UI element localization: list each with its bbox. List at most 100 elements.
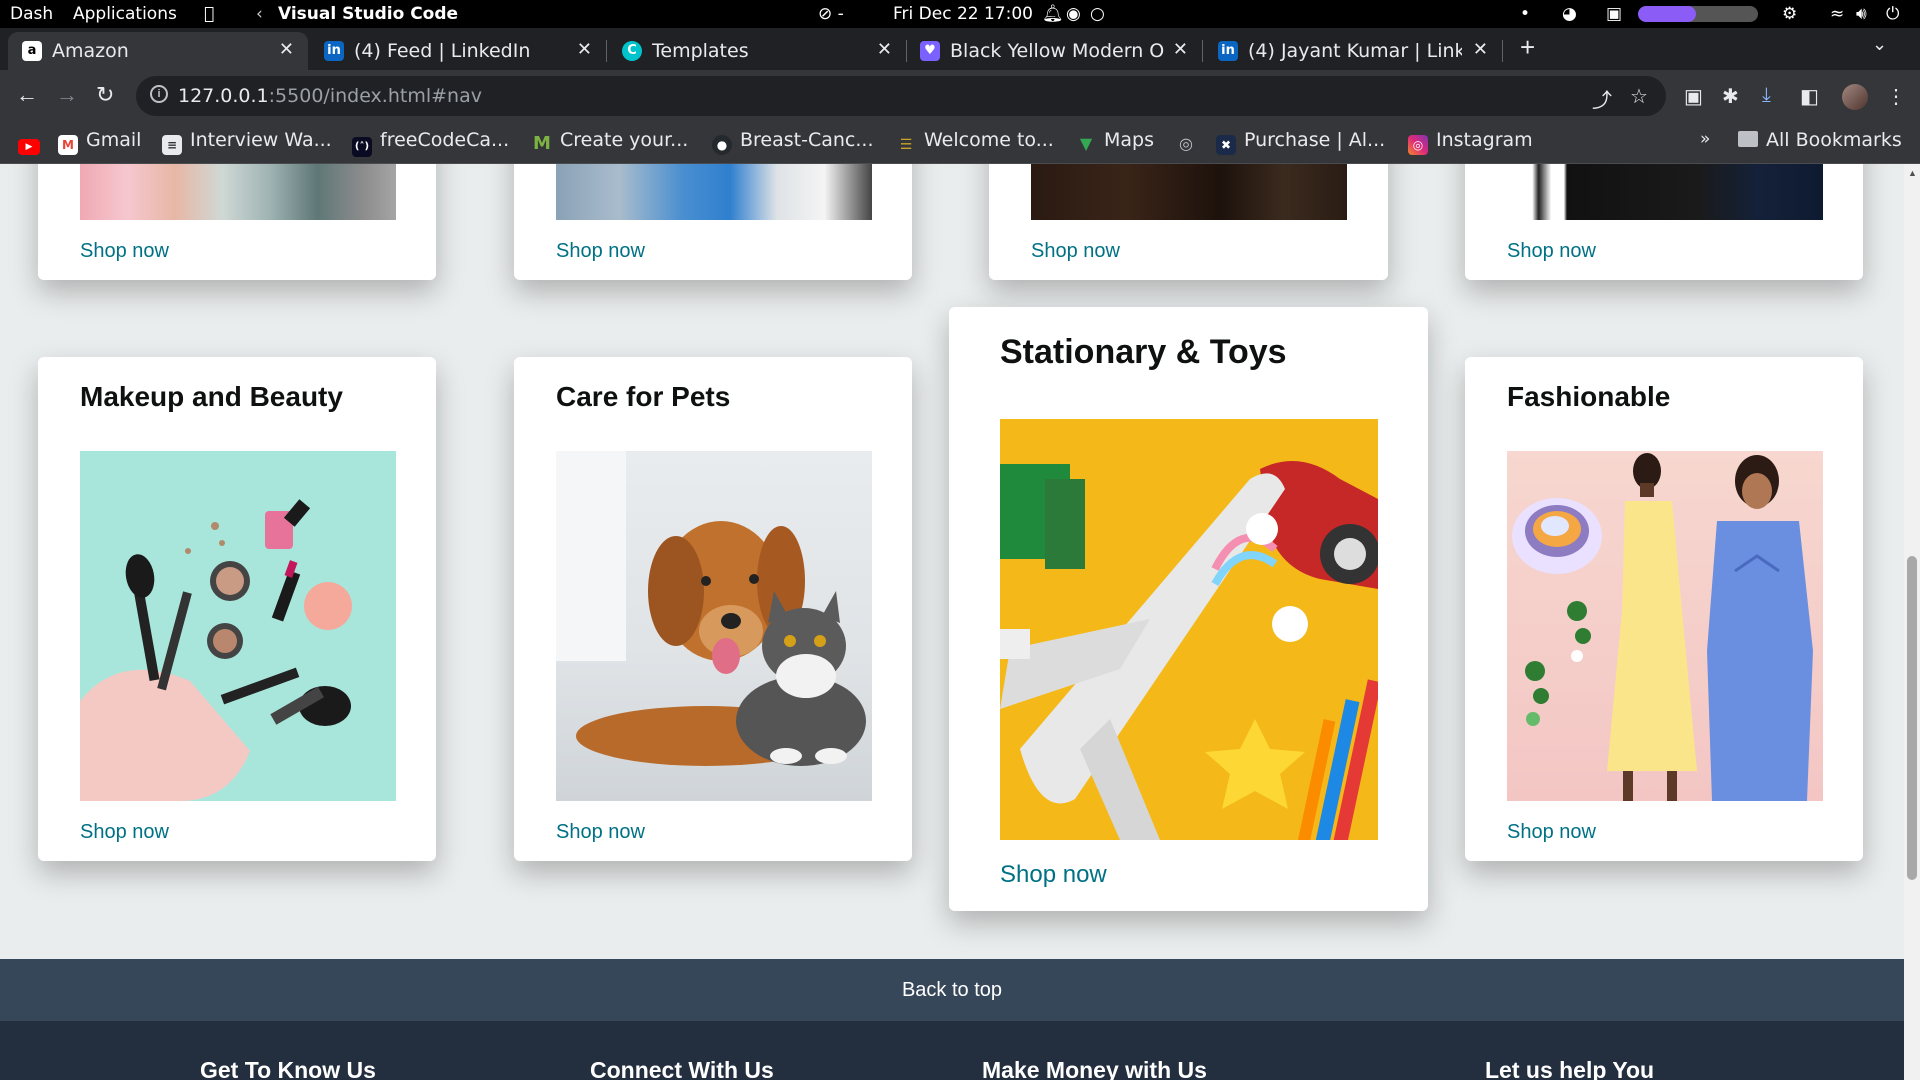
category-card: Shop now [1465,164,1863,280]
browser-toolbar: ← → ↻ i 127.0.0.1:5500/index.html#nav ⤴ … [0,70,1920,124]
shop-now-link[interactable]: Shop now [1507,240,1596,263]
tab-black-yellow[interactable]: ♥ Black Yellow Modern O ✕ [906,32,1203,70]
bookmark-freecodecamp[interactable]: (˄) freeCodeCa... [352,129,509,159]
os-top-bar: Dash Applications  ‹ Visual Studio Code… [0,0,1920,28]
m-icon: M [532,133,552,154]
tab-jayant-kumar[interactable]: in (4) Jayant Kumar | Link ✕ [1204,32,1503,70]
category-card-toys: Stationary & Toys Shop now [949,307,1428,911]
card-title: Fashionable [1507,381,1671,412]
scrollbar-thumb[interactable] [1907,556,1917,880]
heart-icon: ♥ [920,41,940,61]
bookmark-interview[interactable]: ≡ Interview Wa... [162,129,332,159]
share-icon[interactable]: ⤴ [1592,84,1612,113]
bookmarks-overflow-button[interactable]: » [1700,129,1710,159]
forward-arrow-icon[interactable]: → [56,82,78,108]
category-image[interactable] [1031,164,1347,220]
shop-now-link[interactable]: Shop now [1031,240,1120,263]
close-icon[interactable]: ✕ [1473,39,1488,60]
page-icon: ≡ [162,135,182,155]
chrome-icon[interactable]: ◕ [1562,4,1577,24]
avatar[interactable] [1842,84,1868,110]
linkedin-icon: in [1218,41,1238,61]
all-bookmarks-button[interactable]: All Bookmarks [1738,129,1902,159]
active-app-name[interactable]: Visual Studio Code [278,4,458,24]
extensions-icon[interactable]: ✱ [1722,84,1739,109]
battery-bar [1638,6,1758,22]
more-menu-icon[interactable]: ⋮ [1886,84,1906,109]
category-card: Shop now [514,164,912,280]
bell-icon[interactable]: 🔔︎ [1042,4,1064,24]
canva-icon: C [622,41,642,61]
clock[interactable]: Fri Dec 22 17:00 [893,4,1033,24]
close-icon[interactable]: ✕ [1173,39,1188,60]
makeup-image[interactable] [80,451,396,801]
bookmark-breast-cancer[interactable]: ● Breast-Canc... [712,129,873,159]
amazon-icon: a [22,41,42,61]
back-arrow-icon[interactable]: ← [16,82,38,108]
site-info-icon[interactable]: i [150,85,168,103]
shop-now-link[interactable]: Shop now [1507,821,1596,844]
circle-icon: ○ [1090,4,1105,24]
download-icon[interactable]: ⤓ [1762,84,1771,107]
wifi-icon[interactable]: ≈ [1830,4,1844,24]
scroll-up-icon[interactable]: ▲ [1908,168,1917,178]
x-icon: ✖ [1216,135,1236,155]
tab-linkedin-feed[interactable]: in (4) Feed | LinkedIn ✕ [310,32,607,70]
pets-image[interactable] [556,451,872,801]
category-image[interactable] [80,164,396,220]
footer: Get To Know Us Connect With Us Make Mone… [0,1021,1904,1080]
card-title: Stationary & Toys [1000,333,1287,371]
address-bar[interactable]: i 127.0.0.1:5500/index.html#nav ⤴ ☆ [136,76,1666,116]
gmail-icon: M [58,135,78,155]
bookmark-maps[interactable]: ▼ Maps [1076,129,1154,159]
apple-icon[interactable]:  [204,4,214,24]
applications-menu[interactable]: Applications [73,4,177,24]
star-icon[interactable]: ☆ [1630,84,1648,109]
chevron-down-icon[interactable]: ⌄ [1872,34,1887,55]
fashion-image[interactable] [1507,451,1823,801]
bookmarks-bar: ▶ M Gmail ≡ Interview Wa... (˄) freeCodeCa.… [0,124,1920,164]
power-icon[interactable]: ⏻ [1886,4,1899,24]
url-text[interactable]: 127.0.0.1:5500/index.html#nav [178,85,482,107]
card-title: Makeup and Beauty [80,381,343,412]
globe-icon: ◎ [1176,134,1196,154]
volume-icon[interactable]: 🔊︎ [1856,4,1867,24]
bookmark-purchase[interactable]: ✖ Purchase | Al... [1216,129,1385,159]
shop-now-link[interactable]: Shop now [1000,861,1107,889]
back-to-top-button[interactable]: Back to top [0,959,1904,1021]
category-card: Shop now [38,164,436,280]
gear-icon[interactable]: ⚙ [1782,4,1797,24]
tab-templates[interactable]: C Templates ✕ [608,32,907,70]
new-tab-icon[interactable]: + [1520,32,1535,63]
monitor-icon[interactable]: ▣ [1606,4,1622,24]
category-card-pets: Care for Pets Shop now [514,357,912,861]
category-image[interactable] [1507,164,1823,220]
cast-icon[interactable]: ▣ [1684,84,1703,109]
footer-heading: Get To Know Us [200,1057,376,1080]
toys-image[interactable] [1000,419,1378,840]
page-scrollbar[interactable]: ▲ [1904,164,1920,1080]
bookmark-gmail[interactable]: M Gmail [58,129,141,159]
github-icon: ● [712,135,732,155]
bookmark-icon: ☰ [896,135,916,155]
close-icon[interactable]: ✕ [877,39,892,60]
close-icon[interactable]: ✕ [577,39,592,60]
maps-icon: ▼ [1076,134,1096,154]
bookmark-globe[interactable]: ◎ [1176,129,1204,159]
bookmark-welcome[interactable]: ☰ Welcome to... [896,129,1054,159]
bookmark-youtube[interactable]: ▶ [18,129,48,159]
close-icon[interactable]: ✕ [279,39,294,60]
bookmark-create[interactable]: M Create your... [532,129,688,159]
shop-now-link[interactable]: Shop now [80,821,169,844]
shop-now-link[interactable]: Shop now [80,240,169,263]
shop-now-link[interactable]: Shop now [556,240,645,263]
shop-now-link[interactable]: Shop now [556,821,645,844]
category-image[interactable] [556,164,872,220]
sidepanel-icon[interactable]: ◧ [1800,84,1819,109]
page-viewport: Shop now Shop now Shop now Shop now Make… [0,164,1904,1080]
tab-title: Black Yellow Modern O [950,40,1164,62]
dash-button[interactable]: Dash [10,4,53,24]
tab-amazon[interactable]: a Amazon ✕ [8,32,308,70]
bookmark-instagram[interactable]: ◎ Instagram [1408,129,1533,159]
reload-icon[interactable]: ↻ [96,82,114,108]
